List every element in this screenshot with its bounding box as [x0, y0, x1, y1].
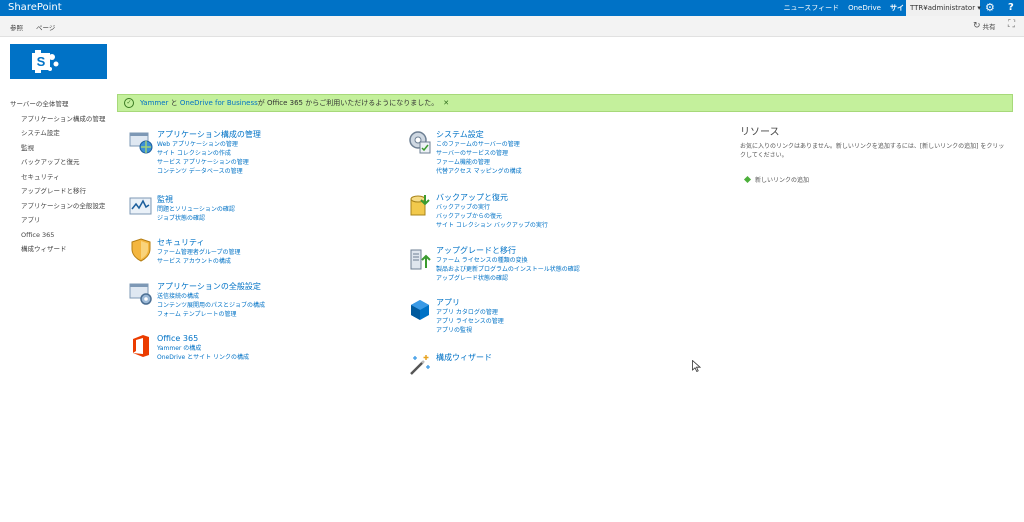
- shield-icon: [129, 238, 153, 262]
- quick-launch-item[interactable]: アップグレードと移行: [10, 184, 115, 199]
- svg-text:S: S: [37, 54, 46, 69]
- resources-empty-text: お気に入りのリンクはありません。新しいリンクを追加するには、[新しいリンクの追加…: [740, 143, 1005, 159]
- share-icon: ↻: [973, 21, 981, 31]
- suite-link-onedrive[interactable]: OneDrive: [848, 3, 881, 13]
- section-title[interactable]: 構成ウィザード: [436, 353, 492, 363]
- banner-text: が Office 365 からご利用いただけるようになりました。: [257, 99, 439, 107]
- section-link[interactable]: 製品および更新プログラムのインストール状態の確認: [436, 265, 580, 274]
- section-link[interactable]: このファームのサーバーの管理: [436, 140, 522, 149]
- section-link[interactable]: アプリ カタログの管理: [436, 308, 504, 317]
- banner-link-yammer[interactable]: Yammer: [140, 99, 168, 107]
- add-link-label: 新しいリンクの追加: [755, 177, 810, 184]
- focus-on-content-icon[interactable]: ⛶: [1008, 19, 1015, 30]
- add-diamond-icon: [743, 175, 752, 184]
- web-app-icon: [129, 130, 153, 154]
- mouse-cursor-icon: [692, 360, 701, 372]
- quick-launch-root[interactable]: サーバーの全体管理: [10, 97, 115, 112]
- section-link[interactable]: ファーム管理者グループの管理: [157, 248, 240, 257]
- section-link[interactable]: バックアップからの復元: [436, 212, 548, 221]
- apps-cube-icon: [408, 298, 432, 322]
- add-link-button[interactable]: 新しいリンクの追加: [743, 175, 1010, 184]
- section-link[interactable]: ファーム機能の管理: [436, 158, 522, 167]
- magic-wand-icon: [408, 353, 432, 377]
- check-circle-icon: ✓: [124, 98, 134, 108]
- section-title[interactable]: アップグレードと移行: [436, 246, 580, 256]
- sharepoint-brand[interactable]: SharePoint: [8, 2, 62, 14]
- section-link[interactable]: サービス アプリケーションの管理: [157, 158, 261, 167]
- resources-panel: リソース お気に入りのリンクはありません。新しいリンクを追加するには、[新しいリ…: [740, 127, 1010, 184]
- section-link[interactable]: 問題とソリューションの確認: [157, 205, 235, 214]
- section-link[interactable]: コンテンツ データベースの管理: [157, 167, 261, 176]
- section-link[interactable]: アプリの監視: [436, 326, 504, 335]
- section-link[interactable]: ファーム ライセンスの種類の変換: [436, 256, 580, 265]
- monitor-chart-icon: [129, 195, 153, 219]
- banner-text: と: [168, 99, 180, 107]
- help-icon[interactable]: ?: [1008, 1, 1014, 15]
- tab-browse[interactable]: 参照: [10, 22, 23, 32]
- section-link[interactable]: OneDrive とサイト リンクの構成: [157, 353, 249, 362]
- quick-launch-item[interactable]: セキュリティ: [10, 170, 115, 185]
- quick-launch-item[interactable]: Office 365: [10, 228, 115, 243]
- banner-link-onedrive[interactable]: OneDrive for Business: [180, 99, 258, 107]
- section-link[interactable]: ジョブ状態の確認: [157, 214, 235, 223]
- section-title[interactable]: バックアップと復元: [436, 193, 548, 203]
- backup-icon: [408, 193, 432, 217]
- quick-launch-item[interactable]: アプリケーション構成の管理: [10, 112, 115, 127]
- upgrade-server-icon: [408, 246, 432, 270]
- quick-launch-item[interactable]: 監視: [10, 141, 115, 156]
- settings-window-icon: [129, 282, 153, 306]
- quick-launch: サーバーの全体管理 アプリケーション構成の管理 システム設定 監視 バックアップ…: [10, 97, 115, 257]
- section-link[interactable]: サイト コレクションの作成: [157, 149, 261, 158]
- quick-launch-item[interactable]: 構成ウィザード: [10, 242, 115, 257]
- site-logo[interactable]: S: [10, 44, 107, 79]
- section-title[interactable]: アプリ: [436, 298, 504, 308]
- user-menu[interactable]: TTR¥administrator ▾: [906, 0, 981, 16]
- quick-launch-item[interactable]: アプリケーションの全般設定: [10, 199, 115, 214]
- tab-page[interactable]: ページ: [36, 22, 55, 32]
- section-link[interactable]: バックアップの実行: [436, 203, 548, 212]
- section-link[interactable]: Web アプリケーションの管理: [157, 140, 261, 149]
- suite-link-newsfeed[interactable]: ニュースフィード: [784, 3, 840, 13]
- section-link[interactable]: アップグレード状態の確認: [436, 274, 580, 283]
- section-link[interactable]: 送信接続の構成: [157, 292, 265, 301]
- section-link[interactable]: コンテンツ展開用のパスとジョブの構成: [157, 301, 265, 310]
- section-link[interactable]: サイト コレクション バックアップの実行: [436, 221, 548, 230]
- close-icon[interactable]: ✕: [443, 99, 449, 107]
- share-label: 共有: [982, 23, 996, 31]
- suite-bar: SharePoint ニュースフィード OneDrive サイト TTR¥adm…: [0, 0, 1024, 16]
- office-icon: [129, 334, 153, 358]
- section-title[interactable]: 監視: [157, 195, 235, 205]
- quick-launch-item[interactable]: システム設定: [10, 126, 115, 141]
- share-button[interactable]: ↻ 共有: [973, 21, 996, 31]
- section-link[interactable]: フォーム テンプレートの管理: [157, 310, 265, 319]
- server-gear-icon: [408, 130, 432, 154]
- quick-launch-item[interactable]: バックアップと復元: [10, 155, 115, 170]
- section-title[interactable]: システム設定: [436, 130, 522, 140]
- section-link[interactable]: サービス アカウントの構成: [157, 257, 240, 266]
- gear-icon[interactable]: ⚙: [985, 1, 995, 15]
- section-link[interactable]: アプリ ライセンスの管理: [436, 317, 504, 326]
- notification-banner: ✓ Yammer と OneDrive for Business が Offic…: [117, 94, 1013, 112]
- section-link[interactable]: サーバーのサービスの管理: [436, 149, 522, 158]
- resources-title: リソース: [740, 127, 780, 138]
- quick-launch-item[interactable]: アプリ: [10, 213, 115, 228]
- section-title[interactable]: Office 365: [157, 334, 249, 344]
- section-link[interactable]: Yammer の構成: [157, 344, 249, 353]
- section-title[interactable]: アプリケーションの全般設定: [157, 282, 265, 292]
- section-title[interactable]: セキュリティ: [157, 238, 240, 248]
- section-link[interactable]: 代替アクセス マッピングの構成: [436, 167, 522, 176]
- section-title[interactable]: アプリケーション構成の管理: [157, 130, 261, 140]
- suite-links: ニュースフィード OneDrive サイト: [775, 3, 911, 13]
- ribbon: 参照 ページ ↻ 共有 ⛶: [0, 16, 1024, 37]
